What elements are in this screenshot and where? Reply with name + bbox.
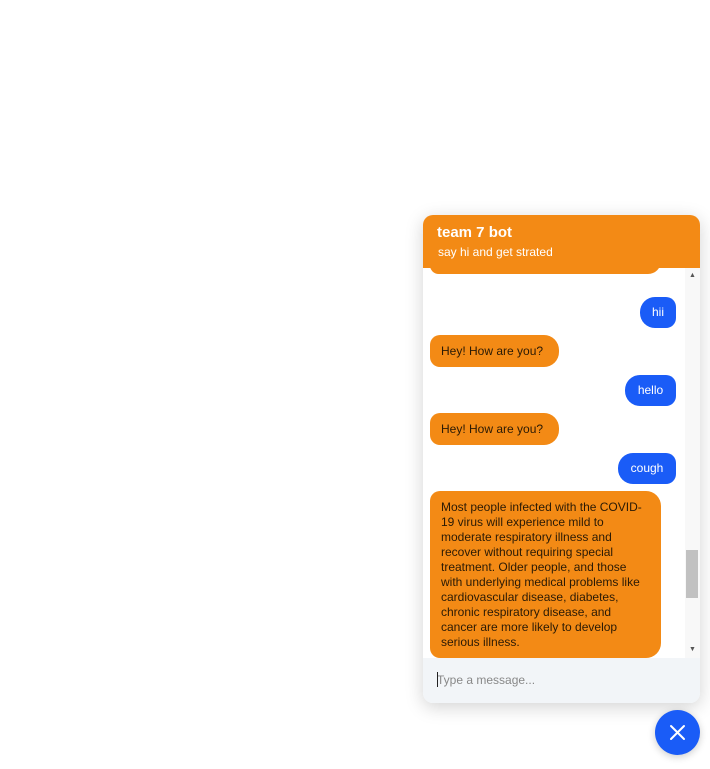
user-message: hii xyxy=(640,297,676,328)
message-scrollbar[interactable]: ▲ ▼ xyxy=(685,268,700,658)
text-caret xyxy=(437,672,438,687)
bot-message: Hey! How are you? xyxy=(430,335,559,367)
chat-header: team 7 bot say hi and get strated xyxy=(423,215,700,268)
chat-subtitle: say hi and get strated xyxy=(438,245,553,259)
close-chat-button[interactable] xyxy=(655,710,700,755)
user-message: cough xyxy=(618,453,676,484)
scroll-down-icon[interactable]: ▼ xyxy=(685,644,700,656)
message-composer xyxy=(423,658,700,703)
user-message: hello xyxy=(625,375,676,406)
message-input[interactable] xyxy=(437,671,687,689)
message-list[interactable]: hii Hey! How are you? hello Hey! How are… xyxy=(423,268,685,658)
chat-title: team 7 bot xyxy=(437,224,513,241)
partial-bot-message xyxy=(430,268,661,274)
bot-message: Most people infected with the COVID-19 v… xyxy=(430,491,661,658)
close-icon xyxy=(670,725,685,740)
chat-widget: team 7 bot say hi and get strated hii He… xyxy=(423,215,700,703)
scroll-up-icon[interactable]: ▲ xyxy=(685,270,700,282)
bot-message: Hey! How are you? xyxy=(430,413,559,445)
scroll-thumb[interactable] xyxy=(686,550,698,598)
